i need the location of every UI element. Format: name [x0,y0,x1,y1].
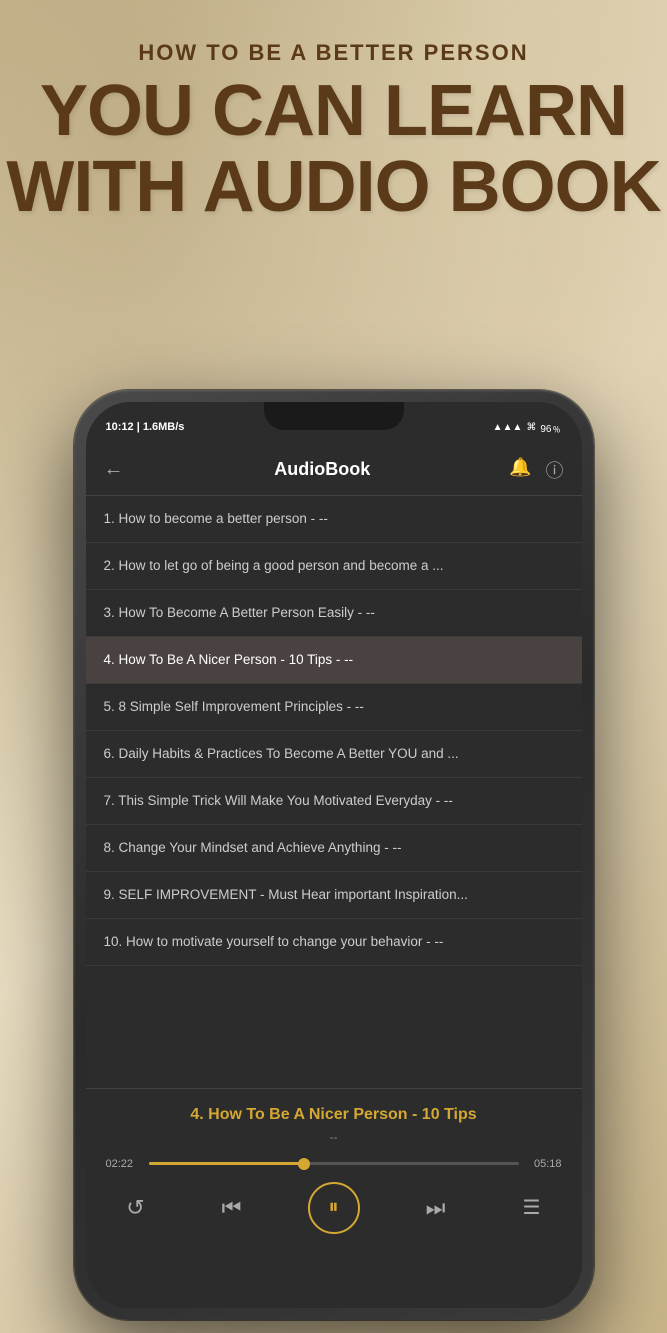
track-label: 1. How to become a better person - -- [104,511,328,526]
track-item[interactable]: 1. How to become a better person - -- [86,496,582,543]
track-label: 3. How To Become A Better Person Easily … [104,605,375,620]
now-playing-section: 4. How To Be A Nicer Person - 10 Tips --… [86,1088,582,1308]
prev-button[interactable]: ⏮ [212,1188,252,1228]
app-title: AudioBook [136,459,510,480]
bell-icon[interactable]: 🔔 [509,457,531,483]
phone-shell: 10:12 | 1.6MB/s ▲▲▲ ⌘ 96﹪ ← AudioBook 🔔 … [74,390,594,1320]
next-button[interactable]: ⏭ [416,1188,456,1228]
current-time: 02:22 [106,1158,141,1170]
header-subtitle: HOW TO BE A BETTER PERSON [0,40,667,66]
status-time: 10:12 | 1.6MB/s [106,421,185,433]
track-label: 5. 8 Simple Self Improvement Principles … [104,699,364,714]
progress-track[interactable] [149,1162,519,1165]
track-item[interactable]: 8. Change Your Mindset and Achieve Anyth… [86,825,582,872]
track-item[interactable]: 5. 8 Simple Self Improvement Principles … [86,684,582,731]
track-item[interactable]: 7. This Simple Trick Will Make You Motiv… [86,778,582,825]
track-label: 2. How to let go of being a good person … [104,558,444,573]
phone-screen: 10:12 | 1.6MB/s ▲▲▲ ⌘ 96﹪ ← AudioBook 🔔 … [86,402,582,1308]
track-label: 8. Change Your Mindset and Achieve Anyth… [104,840,402,855]
track-label: 4. How To Be A Nicer Person - 10 Tips - … [104,652,354,667]
next-icon: ⏭ [426,1195,446,1221]
progress-fill [149,1162,304,1165]
playback-controls: ↺ ⏮ ⏸ ⏭ ☰ [106,1182,562,1234]
header-main-title: YOU CAN LEARN WITH AUDIO BOOK [0,74,667,225]
back-button[interactable]: ← [104,458,124,481]
phone-container: 10:12 | 1.6MB/s ▲▲▲ ⌘ 96﹪ ← AudioBook 🔔 … [74,390,594,1320]
prev-icon: ⏮ [222,1195,242,1221]
now-playing-subtitle: -- [106,1130,562,1144]
app-header: ← AudioBook 🔔 ⓘ [86,444,582,496]
status-icons: ▲▲▲ ⌘ 96﹪ [493,420,562,435]
battery-icon: 96﹪ [540,420,561,435]
playlist-icon: ☰ [523,1195,541,1220]
track-item[interactable]: 3. How To Become A Better Person Easily … [86,590,582,637]
pause-icon: ⏸ [329,1196,339,1219]
replay-icon: ↺ [126,1195,144,1221]
signal-icon: ▲▲▲ [493,422,523,433]
replay-button[interactable]: ↺ [116,1188,156,1228]
total-time: 05:18 [527,1158,562,1170]
track-item-active[interactable]: 4. How To Be A Nicer Person - 10 Tips - … [86,637,582,684]
progress-container[interactable]: 02:22 05:18 [106,1158,562,1170]
play-pause-button[interactable]: ⏸ [308,1182,360,1234]
track-item[interactable]: 10. How to motivate yourself to change y… [86,919,582,966]
track-item[interactable]: 2. How to let go of being a good person … [86,543,582,590]
info-icon[interactable]: ⓘ [546,457,564,483]
header-icons: 🔔 ⓘ [509,457,563,483]
progress-thumb [298,1158,310,1170]
header-section: HOW TO BE A BETTER PERSON YOU CAN LEARN … [0,40,667,225]
track-label: 10. How to motivate yourself to change y… [104,934,444,949]
track-label: 7. This Simple Trick Will Make You Motiv… [104,793,453,808]
playlist-button[interactable]: ☰ [512,1188,552,1228]
phone-notch [264,402,404,430]
wifi-icon: ⌘ [526,422,536,433]
track-list: 1. How to become a better person - -- 2.… [86,496,582,1088]
track-label: 9. SELF IMPROVEMENT - Must Hear importan… [104,887,468,902]
now-playing-title: 4. How To Be A Nicer Person - 10 Tips [106,1105,562,1126]
track-label: 6. Daily Habits & Practices To Become A … [104,746,459,761]
track-item[interactable]: 6. Daily Habits & Practices To Become A … [86,731,582,778]
track-item[interactable]: 9. SELF IMPROVEMENT - Must Hear importan… [86,872,582,919]
